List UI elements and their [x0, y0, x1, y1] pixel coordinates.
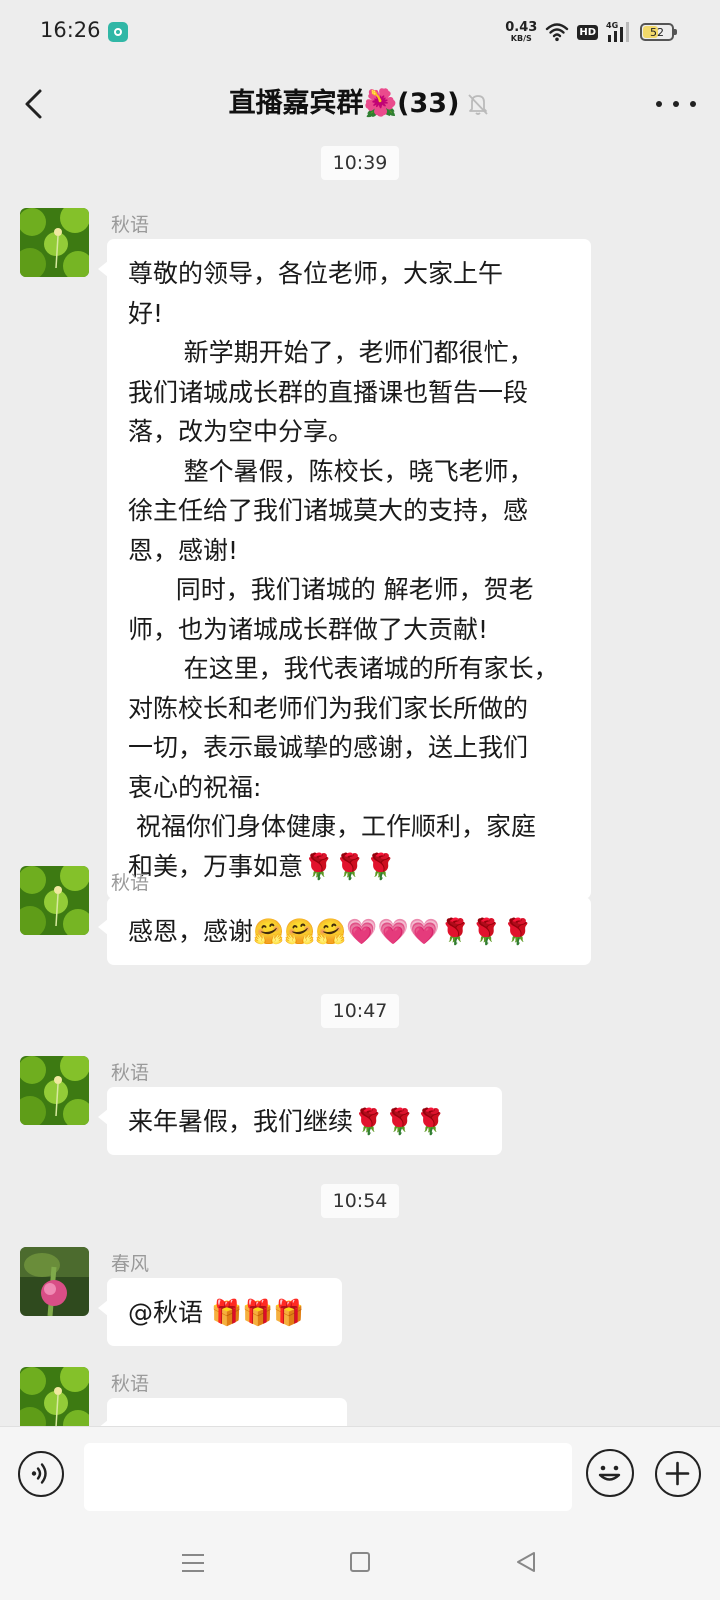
chat-title: 直播嘉宾群🌺(33)	[228, 88, 460, 119]
message-text: 尊敬的领导，各位老师，大家上午 好! 新学期开始了，老师们都很忙， 我们诸城成长…	[128, 259, 559, 881]
hd-icon: HD	[577, 24, 598, 40]
message-text: @秋语 🎁🎁🎁	[128, 1298, 305, 1327]
chat-title-group[interactable]: 直播嘉宾群🌺(33)	[229, 84, 492, 124]
time-stamp-label: 10:47	[320, 994, 400, 1028]
menu-icon[interactable]	[180, 1552, 206, 1574]
message-bubble[interactable]: @秋语 🎁🎁🎁	[98, 1278, 342, 1346]
battery-icon: 52	[640, 23, 677, 41]
sender-name: 秋语	[111, 872, 150, 894]
message-input[interactable]	[84, 1443, 572, 1511]
more-icon[interactable]	[656, 86, 696, 122]
wifi-icon	[546, 23, 569, 42]
plus-icon[interactable]	[655, 1451, 701, 1497]
avatar-clover-image	[20, 1367, 89, 1426]
input-bar	[0, 1426, 720, 1524]
notification-app-icon	[108, 22, 128, 42]
message-text: 来年暑假，我们继续🌹🌹🌹	[128, 1107, 447, 1136]
network-speed: 0.43 KB/S	[505, 21, 537, 43]
sender-name: 秋语	[111, 214, 150, 236]
avatar-clover-image	[20, 208, 89, 277]
emoji-icon[interactable]	[586, 1449, 634, 1497]
system-nav-bar	[0, 1524, 720, 1600]
message-bubble[interactable]: 感恩，感谢🤗🤗🤗💗💗💗🌹🌹🌹	[98, 897, 591, 965]
status-indicators: 0.43 KB/S HD 4G 52	[505, 18, 677, 46]
message-bubble[interactable]: 来年暑假，我们继续🌹🌹🌹	[98, 1087, 502, 1155]
time-stamp-label: 10:39	[320, 146, 400, 180]
status-time: 16:26	[40, 18, 101, 42]
chat-area[interactable]: 10:39 秋语 尊敬的领导，各位老师，大家上午 好! 新学期开始了，老师们都很…	[0, 144, 720, 1426]
time-stamp-label: 10:54	[320, 1184, 400, 1218]
time-stamp: 10:54	[0, 1184, 720, 1218]
avatar[interactable]	[20, 1056, 89, 1125]
avatar-clover-image	[20, 866, 89, 935]
avatar[interactable]	[20, 1367, 89, 1426]
network-speed-value: 0.43	[505, 20, 538, 35]
avatar-flower-image	[20, 1247, 89, 1316]
message-text: 感恩，感谢🤗🤗🤗💗💗💗🌹🌹🌹	[128, 917, 534, 946]
avatar[interactable]	[20, 1247, 89, 1316]
time-stamp: 10:39	[0, 146, 720, 180]
sender-name: 秋语	[111, 1062, 150, 1084]
home-icon[interactable]	[350, 1552, 370, 1572]
voice-icon[interactable]	[18, 1451, 64, 1497]
network-type-label: 4G	[606, 21, 618, 30]
time-stamp: 10:47	[0, 994, 720, 1028]
message-bubble[interactable]: 尊敬的领导，各位老师，大家上午 好! 新学期开始了，老师们都很忙， 我们诸城成长…	[98, 239, 591, 899]
network-speed-unit: KB/S	[510, 34, 532, 43]
sender-name: 春风	[111, 1253, 150, 1275]
avatar[interactable]	[20, 866, 89, 935]
signal-icon: 4G	[606, 21, 629, 42]
back-triangle-icon[interactable]	[514, 1550, 538, 1574]
message-bubble[interactable]	[98, 1398, 347, 1426]
battery-percent: 52	[650, 25, 664, 39]
chat-header: 直播嘉宾群🌺(33)	[0, 64, 720, 144]
sender-name: 秋语	[111, 1373, 150, 1395]
avatar[interactable]	[20, 208, 89, 277]
mute-bell-icon	[468, 94, 489, 115]
avatar-clover-image	[20, 1056, 89, 1125]
status-bar: 16:26 0.43 KB/S HD 4G 52	[0, 0, 720, 64]
back-icon[interactable]	[14, 84, 54, 124]
